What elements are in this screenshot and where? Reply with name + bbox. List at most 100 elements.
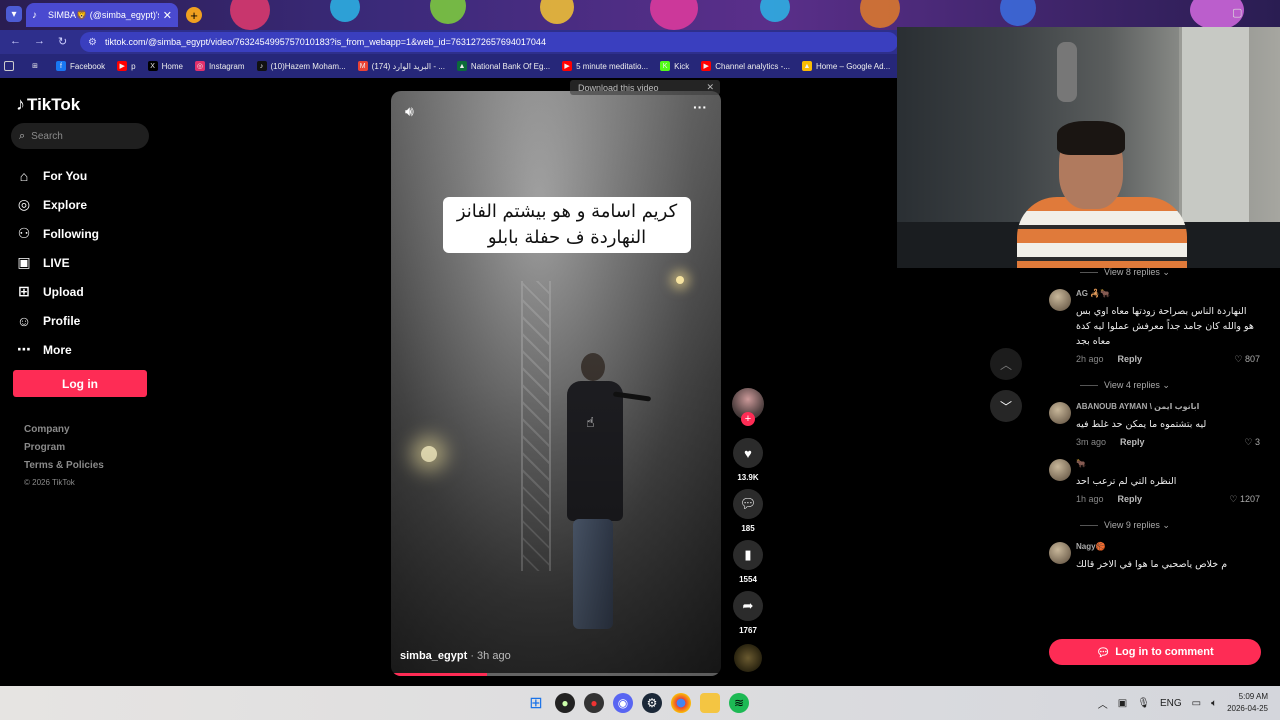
nav-label: Upload [43, 284, 84, 299]
apps-grid-icon[interactable]: ⊞ [30, 61, 44, 71]
share-icon[interactable]: ➦ [733, 591, 763, 621]
bookmark-item[interactable]: M (174) البريد الوارد - ... [357, 61, 445, 71]
network-icon[interactable]: ▭ [1192, 698, 1201, 709]
comment-action[interactable]: 💬︎ 185 [730, 489, 766, 536]
follow-plus-icon[interactable]: + [741, 412, 755, 426]
comment-like[interactable]: ♡ 3 [1244, 437, 1260, 448]
video-author[interactable]: simba_egypt · 3h ago [400, 650, 511, 662]
app-icon-1[interactable]: ● [555, 693, 575, 713]
next-video-button[interactable]: ﹀ [990, 390, 1022, 422]
bookmark-item[interactable]: K Kick [660, 61, 689, 71]
previous-video-button[interactable]: ︿ [990, 348, 1022, 380]
microphone-icon[interactable]: 🎙︎ [1137, 698, 1150, 709]
video-progress-bar[interactable] [391, 673, 721, 676]
like-action[interactable]: ♥ 13.9K [730, 438, 766, 485]
heart-outline-icon: ♡ [1234, 353, 1245, 364]
bookmark-icon[interactable]: ▮ [733, 540, 763, 570]
commenter-avatar[interactable] [1049, 402, 1071, 424]
commenter-avatar[interactable] [1049, 289, 1071, 311]
bookmark-item[interactable]: f Facebook [56, 61, 105, 71]
commenter-avatar[interactable] [1049, 542, 1071, 564]
reply-button[interactable]: Reply [1118, 354, 1143, 364]
comment-icon[interactable]: 💬︎ [733, 489, 763, 519]
download-video-banner[interactable]: Download this video ✕ [570, 80, 720, 95]
bookmark-item[interactable]: ▶ p [117, 61, 136, 71]
tiktok-logo[interactable]: ♪ TikTok [16, 94, 80, 115]
clock-time: 5:09 AM [1238, 692, 1268, 701]
commenter-name[interactable]: AG 🦂🐂 [1076, 289, 1280, 301]
search-input[interactable]: ⌕ Search [11, 123, 149, 149]
steam-icon[interactable]: ⚙ [642, 693, 662, 713]
tray-chevron-icon[interactable]: ︿ [1098, 696, 1108, 711]
close-banner-icon[interactable]: ✕ [706, 82, 714, 93]
close-tab-icon[interactable]: ✕ [163, 9, 172, 22]
live-icon: ▣ [17, 254, 31, 270]
logo-text: TikTok [27, 94, 81, 114]
footer-link-company[interactable]: Company [24, 424, 104, 442]
volume-tray-icon[interactable]: 🔈︎ [1211, 698, 1217, 709]
forward-arrow-icon[interactable]: → [34, 35, 45, 47]
login-button[interactable]: Log in [13, 370, 147, 397]
nav-item-profile[interactable]: ☺ Profile [16, 306, 156, 335]
tab-search-button[interactable]: ▾ [6, 6, 22, 22]
chrome-icon[interactable] [671, 693, 691, 713]
clock[interactable]: 5:09 AM 2026-04-25 [1227, 691, 1268, 715]
reload-icon[interactable]: ↻ [58, 35, 67, 48]
footer-link-terms[interactable]: Terms & Policies [24, 460, 104, 478]
bookmark-item[interactable]: ▲ National Bank Of Eg... [456, 61, 550, 71]
commenter-name[interactable]: Nagy🏀 [1076, 542, 1280, 554]
language-indicator[interactable]: ENG [1160, 698, 1182, 709]
spotify-icon[interactable]: ≋ [729, 693, 749, 713]
tab-active[interactable]: ♪ SIMBA🦁 (@simba_egypt)'s vid ✕ [26, 3, 178, 27]
bookmark-item[interactable]: ◎ Instagram [194, 61, 245, 71]
new-tab-button[interactable]: + [186, 7, 202, 23]
save-action[interactable]: ▮ 1554 [730, 540, 766, 587]
bookmark-item[interactable]: ▶ 5 minute meditatio... [562, 61, 648, 71]
back-arrow-icon[interactable]: ← [10, 35, 21, 47]
share-action[interactable]: ➦ 1767 [730, 591, 766, 638]
tray-app-icon[interactable]: ▣ [1118, 698, 1127, 709]
discord-icon[interactable]: ◉ [613, 693, 633, 713]
login-to-comment-button[interactable]: 💬︎ Log in to comment [1049, 639, 1261, 665]
app-icon-2[interactable]: ● [584, 693, 604, 713]
commenter-name[interactable]: 🐂 [1076, 459, 1280, 471]
sidebar-toggle-icon[interactable] [4, 61, 18, 71]
view-replies-toggle[interactable]: View 4 replies ⌄ [1080, 378, 1280, 392]
download-banner-text: Download this video [578, 82, 659, 93]
bookmark-label: (10)Hazem Moham... [270, 61, 346, 71]
reply-button[interactable]: Reply [1118, 494, 1143, 504]
commenter-avatar[interactable] [1049, 459, 1071, 481]
bookmark-item[interactable]: ▶ Channel analytics -... [701, 61, 790, 71]
commenter-name[interactable]: ABANOUB AYMAN \ ابانوب ايمن [1076, 402, 1280, 414]
author-avatar[interactable]: + [732, 388, 764, 426]
nav-item-live[interactable]: ▣ LIVE [16, 248, 156, 277]
url-field[interactable]: ⚙ tiktok.com/@simba_egypt/video/76324549… [80, 32, 898, 52]
volume-icon[interactable]: 🔊︎ [405, 103, 414, 120]
nav-item-explore[interactable]: ◎ Explore [16, 190, 156, 219]
tab-title: SIMBA🦁 (@simba_egypt)'s vid [48, 9, 159, 20]
bookmark-item[interactable]: ♪ (10)Hazem Moham... [256, 61, 346, 71]
nav-label: For You [43, 168, 88, 183]
bookmark-item[interactable]: ▲ Home – Google Ad... [801, 61, 890, 71]
video-player[interactable]: كريم اسامة و هو بيشتم الفانز النهاردة ف … [391, 91, 721, 676]
site-info-icon[interactable]: ⚙ [88, 37, 97, 48]
restore-window-button[interactable]: ▢ [1232, 6, 1242, 19]
footer-link-program[interactable]: Program [24, 442, 104, 460]
bookmark-label: 5 minute meditatio... [576, 61, 649, 71]
nav-item-upload[interactable]: ⊞ Upload [16, 277, 156, 306]
nav-item-more[interactable]: ⋯ More [16, 335, 156, 364]
comment-bubble-icon: 💬︎ [1096, 646, 1111, 659]
bookmark-item[interactable]: X Home [147, 61, 183, 71]
nav-item-following[interactable]: ⚇ Following [16, 219, 156, 248]
comment-like[interactable]: ♡ 807 [1234, 354, 1260, 365]
nav-item-for-you[interactable]: ⌂ For You [16, 161, 156, 190]
view-replies-toggle[interactable]: View 9 replies ⌄ [1080, 518, 1280, 532]
caption-line-1: كريم اسامة و هو بيشتم الفانز [456, 201, 678, 222]
file-explorer-icon[interactable] [700, 693, 720, 713]
music-disc-icon[interactable] [734, 644, 762, 672]
heart-icon[interactable]: ♥ [733, 438, 763, 468]
reply-button[interactable]: Reply [1120, 437, 1145, 447]
start-menu-icon[interactable]: ⊞ [526, 693, 546, 713]
more-options-icon[interactable]: ··· [693, 99, 707, 115]
comment-like[interactable]: ♡ 1207 [1229, 494, 1260, 505]
